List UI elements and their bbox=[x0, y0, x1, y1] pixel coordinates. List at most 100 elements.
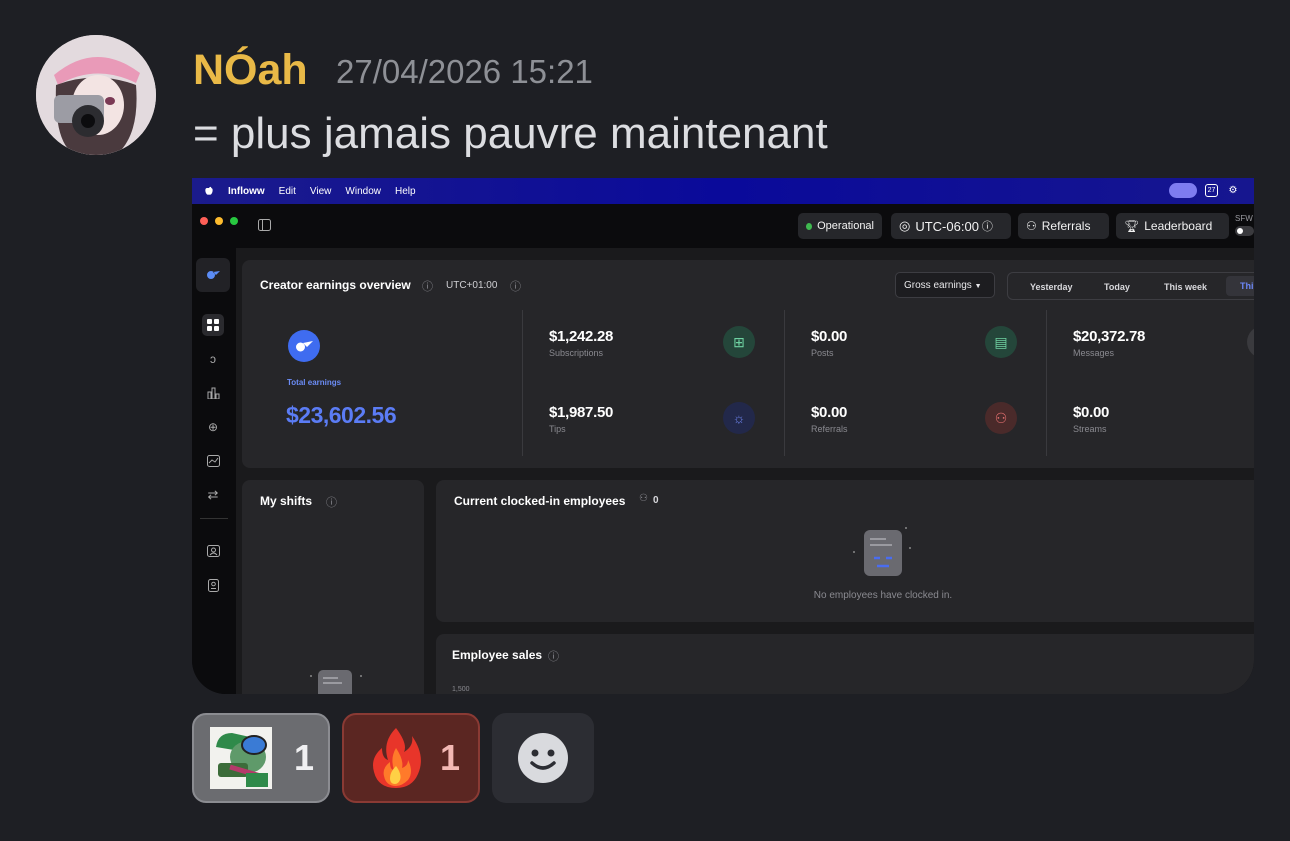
timezone-button[interactable]: ◎ UTC-06:00 ⓘ bbox=[891, 213, 1011, 239]
reaction-money-frog[interactable]: 1 bbox=[192, 713, 330, 803]
close-window-dot bbox=[200, 217, 208, 225]
messages-label: Messages bbox=[1073, 348, 1115, 358]
reaction-fire[interactable]: 1 bbox=[342, 713, 480, 803]
dashboard-icon[interactable] bbox=[202, 314, 224, 336]
infloww-logo-icon[interactable] bbox=[196, 258, 230, 292]
employee-sales-card: Employee sales ⓘ 1,500 bbox=[436, 634, 1254, 694]
empty-state-text: No employees have clocked in. bbox=[813, 590, 953, 601]
tab-today[interactable]: Today bbox=[1104, 282, 1130, 292]
image-attachment[interactable]: Infloww Edit View Window Help 27 ⚙ Opera… bbox=[192, 178, 1254, 694]
dropdown-label: Gross earnings bbox=[904, 280, 972, 291]
avatar[interactable] bbox=[36, 35, 156, 155]
referrals-button[interactable]: ⚇ Referrals bbox=[1018, 213, 1109, 239]
infloww-logo-icon bbox=[288, 330, 320, 362]
reaction-count: 1 bbox=[440, 737, 461, 778]
tab-yesterday[interactable]: Yesterday bbox=[1030, 282, 1073, 292]
streams-value: $0.00 bbox=[1073, 404, 1110, 421]
creators-icon[interactable]: ↄ bbox=[202, 348, 224, 370]
id-badge-icon[interactable] bbox=[202, 574, 224, 596]
timezone-label: UTC-06:00 bbox=[915, 218, 979, 234]
tips-label: Tips bbox=[549, 424, 566, 434]
total-earnings-label: Total earnings bbox=[287, 378, 342, 387]
minimize-window-dot bbox=[215, 217, 223, 225]
posts-value: $0.00 bbox=[811, 328, 848, 345]
sales-axis-tick: 1,500 bbox=[452, 686, 470, 693]
employee-sales-title: Employee sales bbox=[452, 648, 543, 662]
referrals-label: Referrals bbox=[1041, 219, 1091, 233]
status-label: Operational bbox=[817, 220, 874, 232]
clocked-in-count: 0 bbox=[653, 495, 659, 506]
contacts-icon[interactable] bbox=[202, 540, 224, 562]
posts-label: Posts bbox=[811, 348, 834, 358]
tab-this-week[interactable]: This week bbox=[1164, 282, 1207, 292]
message-text: = plus jamais pauvre maintenant bbox=[193, 109, 828, 158]
subscriptions-icon: ⊞ bbox=[723, 326, 755, 358]
tab-this-month[interactable]: Thi bbox=[1226, 276, 1254, 296]
message-timestamp: 27/04/2026 15:21 bbox=[336, 53, 593, 90]
money-frog-emoji-icon bbox=[210, 727, 272, 789]
info-icon[interactable]: ⓘ bbox=[510, 278, 521, 294]
streams-label: Streams bbox=[1073, 424, 1107, 434]
transfer-icon[interactable]: ⇄ bbox=[202, 484, 224, 506]
info-icon[interactable]: ⓘ bbox=[422, 278, 433, 294]
leaderboard-button[interactable]: 🏆︎ Leaderboard bbox=[1116, 213, 1229, 239]
apple-logo-icon bbox=[205, 186, 213, 195]
referral-user-icon: ⚇ bbox=[985, 402, 1017, 434]
window-toolbar: Operational ◎ UTC-06:00 ⓘ ⚇ Referrals 🏆︎… bbox=[192, 204, 1254, 248]
subscriptions-label: Subscriptions bbox=[549, 348, 604, 358]
referrals-label: Referrals bbox=[811, 424, 848, 434]
status-button[interactable]: Operational bbox=[798, 213, 882, 239]
my-shifts-title: My shifts bbox=[260, 494, 313, 508]
earnings-timezone: UTC+01:00 bbox=[446, 280, 498, 291]
fire-emoji-icon bbox=[373, 728, 421, 788]
smiley-icon bbox=[518, 733, 568, 783]
earnings-title: Creator earnings overview bbox=[260, 278, 411, 292]
sidebar-divider bbox=[200, 518, 228, 519]
clocked-in-card: Current clocked-in employees ⚇ 0 No empl… bbox=[436, 480, 1254, 622]
calendar-icon: 27 bbox=[1205, 184, 1218, 197]
earnings-card: Creator earnings overview ⓘ UTC+01:00 ⓘ … bbox=[242, 260, 1254, 468]
menu-edit: Edit bbox=[278, 185, 296, 197]
messages-value: $20,372.78 bbox=[1073, 328, 1146, 345]
message-author[interactable]: NÓah bbox=[193, 44, 308, 96]
clocked-in-title: Current clocked-in employees bbox=[454, 494, 626, 508]
info-icon[interactable]: ⓘ bbox=[548, 648, 559, 664]
avatar-image bbox=[36, 35, 156, 155]
users-icon: ⚇ bbox=[639, 493, 648, 504]
posts-icon: ▤ bbox=[985, 326, 1017, 358]
add-reaction-button[interactable] bbox=[492, 713, 594, 803]
sidebar-toggle-icon bbox=[258, 219, 271, 231]
gross-earnings-dropdown[interactable]: Gross earnings ▼ bbox=[895, 272, 995, 298]
total-earnings-value: $23,602.56 bbox=[286, 402, 397, 428]
menubar-pill-icon bbox=[1169, 183, 1197, 198]
subscriptions-value: $1,242.28 bbox=[549, 328, 614, 345]
messages-icon bbox=[1247, 326, 1254, 358]
menu-app-name: Infloww bbox=[228, 185, 265, 197]
divider bbox=[522, 310, 523, 456]
date-range-tabs: Yesterday Today This week Thi bbox=[1007, 272, 1254, 300]
my-shifts-card: My shifts ⓘ bbox=[242, 480, 424, 694]
control-center-icon: ⚙ bbox=[1228, 184, 1238, 196]
sfw-label: SFW bbox=[1235, 214, 1253, 223]
info-icon: ⓘ bbox=[981, 221, 993, 233]
reaction-count: 1 bbox=[294, 737, 315, 778]
chart-icon[interactable] bbox=[202, 450, 224, 472]
divider bbox=[784, 310, 785, 456]
empty-document-icon bbox=[310, 670, 362, 694]
status-dot-icon bbox=[806, 222, 813, 230]
mac-menubar: Infloww Edit View Window Help 27 ⚙ bbox=[192, 178, 1254, 204]
zoom-window-dot bbox=[230, 217, 238, 225]
chevron-down-icon: ▼ bbox=[974, 283, 982, 290]
lightbulb-icon: ☼ bbox=[723, 402, 755, 434]
referrals-value: $0.00 bbox=[811, 404, 848, 421]
empty-document-icon bbox=[853, 527, 911, 576]
app-sidebar: ↄ ⊕ ⇄ bbox=[192, 248, 236, 694]
sfw-toggle[interactable] bbox=[1235, 226, 1254, 236]
money-icon[interactable]: ⊕ bbox=[202, 416, 224, 438]
menu-help: Help bbox=[394, 185, 416, 197]
main-content: Creator earnings overview ⓘ UTC+01:00 ⓘ … bbox=[236, 248, 1254, 694]
divider bbox=[1046, 310, 1047, 456]
tips-value: $1,987.50 bbox=[549, 404, 614, 421]
analytics-icon[interactable] bbox=[202, 382, 224, 404]
info-icon[interactable]: ⓘ bbox=[326, 494, 337, 510]
